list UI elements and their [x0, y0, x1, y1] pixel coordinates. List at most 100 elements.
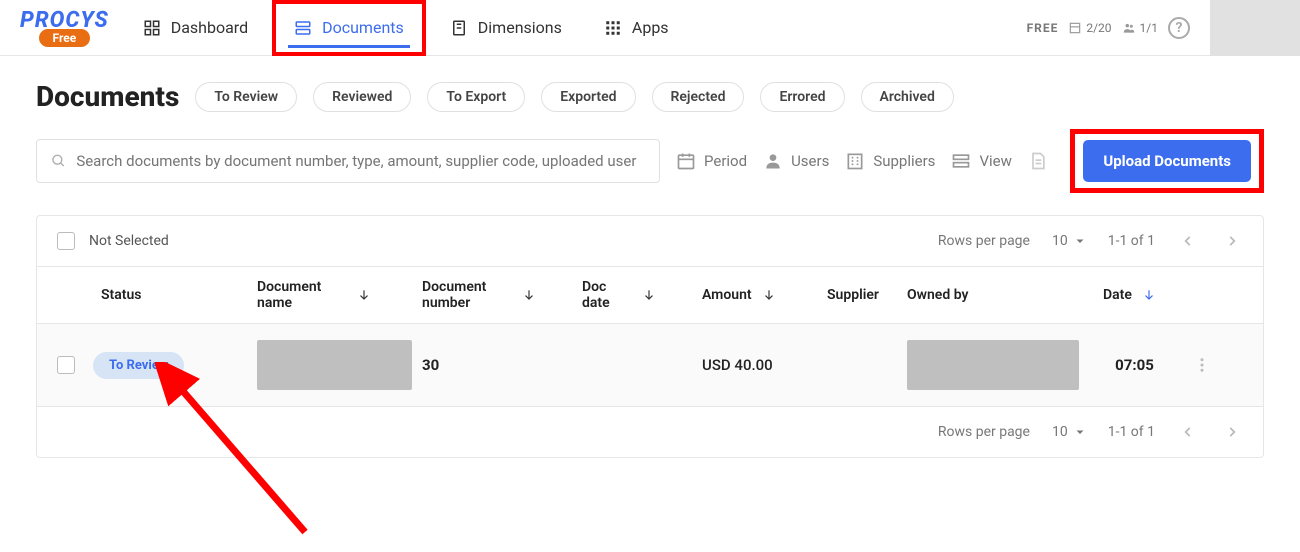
docname-placeholder: [257, 340, 412, 390]
dimensions-icon: [450, 19, 468, 37]
nav-tabs: Dashboard Documents Dimensions Apps: [125, 0, 687, 56]
col-docnum[interactable]: Document number: [422, 279, 582, 311]
users-label: Users: [791, 152, 829, 170]
view-label: View: [979, 152, 1011, 170]
col-amount[interactable]: Amount: [702, 287, 827, 303]
table-bottom-bar: Rows per page 10 1-1 of 1: [37, 407, 1263, 457]
nav-dimensions[interactable]: Dimensions: [432, 0, 580, 56]
search-box[interactable]: [36, 139, 660, 183]
page-title: Documents: [36, 80, 179, 113]
col-date[interactable]: Date: [1087, 287, 1182, 303]
rpp-value-top: 10: [1052, 233, 1068, 249]
col-supplier[interactable]: Supplier: [827, 287, 907, 303]
cell-date: 07:05: [1087, 356, 1182, 374]
range-bottom: 1-1 of 1: [1108, 424, 1155, 440]
plan-users: 1/1: [1122, 21, 1158, 35]
view-button[interactable]: View: [951, 151, 1011, 171]
filter-reviewed[interactable]: Reviewed: [313, 82, 411, 112]
filter-to-export[interactable]: To Export: [427, 82, 525, 112]
nav-dashboard[interactable]: Dashboard: [125, 0, 266, 56]
help-icon[interactable]: ?: [1168, 17, 1190, 39]
table-top-bar: Not Selected Rows per page 10 1-1 of 1: [37, 216, 1263, 266]
period-label: Period: [704, 152, 747, 170]
cell-amount: USD 40.00: [702, 356, 827, 374]
table-row[interactable]: To Review 30 USD 40.00 07:05: [37, 324, 1263, 407]
search-input[interactable]: [76, 152, 645, 170]
range-top: 1-1 of 1: [1108, 233, 1155, 249]
rpp-label-top: Rows per page: [938, 233, 1030, 249]
rpp-label-bottom: Rows per page: [938, 424, 1030, 440]
chevron-left-icon: [1181, 425, 1195, 439]
rpp-value-bottom: 10: [1052, 424, 1068, 440]
plan-docs-value: 2/20: [1086, 21, 1111, 35]
rpp-select-top[interactable]: 10: [1052, 233, 1086, 249]
row-checkbox[interactable]: [57, 356, 75, 374]
next-page-bottom[interactable]: [1221, 421, 1243, 443]
upload-documents-button[interactable]: Upload Documents: [1083, 140, 1251, 182]
period-button[interactable]: Period: [676, 151, 747, 171]
users-icon: [1122, 21, 1136, 35]
select-all-checkbox[interactable]: [57, 232, 75, 250]
sort-down-active-icon: [1142, 288, 1156, 302]
page-icon: [1028, 151, 1048, 171]
next-page-top[interactable]: [1221, 230, 1243, 252]
apps-icon: [604, 19, 622, 37]
col-docname[interactable]: Document name: [257, 279, 422, 311]
filter-exported[interactable]: Exported: [541, 82, 635, 112]
status-badge: To Review: [93, 352, 184, 379]
plan-free-label: FREE: [1027, 21, 1059, 35]
rpp-select-bottom[interactable]: 10: [1052, 424, 1086, 440]
sort-down-icon: [357, 288, 371, 302]
view-icon: [951, 151, 971, 171]
filter-rejected[interactable]: Rejected: [652, 82, 745, 112]
col-docdate[interactable]: Doc date: [582, 279, 702, 311]
prev-page-bottom[interactable]: [1177, 421, 1199, 443]
suppliers-label: Suppliers: [873, 152, 935, 170]
plan-users-value: 1/1: [1140, 21, 1158, 35]
profile-placeholder[interactable]: [1210, 0, 1300, 56]
brand-logo[interactable]: PROCYS Free: [20, 8, 109, 47]
suppliers-button[interactable]: Suppliers: [845, 151, 935, 171]
chevron-down-icon: [1074, 235, 1086, 247]
chevron-right-icon: [1225, 234, 1239, 248]
user-icon: [763, 151, 783, 171]
chevron-down-icon: [1074, 426, 1086, 438]
filter-errored[interactable]: Errored: [760, 82, 844, 112]
nav-apps-label: Apps: [632, 18, 669, 37]
plan-indicator: FREE 2/20 1/1 ?: [1027, 17, 1190, 39]
documents-table: Not Selected Rows per page 10 1-1 of 1 S…: [36, 215, 1264, 458]
dashboard-icon: [143, 19, 161, 37]
top-nav: PROCYS Free Dashboard Documents Dimensio…: [0, 0, 1300, 56]
search-icon: [51, 153, 66, 169]
plan-docs: 2/20: [1068, 21, 1111, 35]
filter-archived[interactable]: Archived: [861, 82, 954, 112]
building-icon: [845, 151, 865, 171]
sort-down-icon: [762, 288, 776, 302]
nav-dashboard-label: Dashboard: [171, 18, 248, 37]
filter-to-review[interactable]: To Review: [195, 82, 297, 112]
nav-documents-label: Documents: [322, 18, 404, 37]
page-header: Documents To Review Reviewed To Export E…: [36, 80, 1264, 113]
col-owned[interactable]: Owned by: [907, 287, 1087, 303]
sort-down-icon: [642, 288, 656, 302]
users-button[interactable]: Users: [763, 151, 829, 171]
extra-button[interactable]: [1028, 151, 1048, 171]
chevron-right-icon: [1225, 425, 1239, 439]
more-vert-icon: [1193, 356, 1211, 374]
calendar-icon: [676, 151, 696, 171]
table-header-row: Status Document name Document number Doc…: [37, 266, 1263, 324]
toolbar: Period Users Suppliers View Upload Docum…: [36, 129, 1264, 193]
brand-free-badge: Free: [39, 29, 91, 47]
sort-down-icon: [522, 288, 536, 302]
row-actions[interactable]: [1182, 356, 1222, 374]
documents-icon: [294, 19, 312, 37]
nav-documents[interactable]: Documents: [272, 0, 426, 56]
docs-icon: [1068, 21, 1082, 35]
owned-placeholder: [907, 340, 1079, 390]
col-status[interactable]: Status: [57, 287, 257, 303]
upload-highlight: Upload Documents: [1070, 129, 1264, 193]
nav-dimensions-label: Dimensions: [478, 18, 562, 37]
selection-label: Not Selected: [89, 233, 169, 249]
nav-apps[interactable]: Apps: [586, 0, 687, 56]
prev-page-top[interactable]: [1177, 230, 1199, 252]
